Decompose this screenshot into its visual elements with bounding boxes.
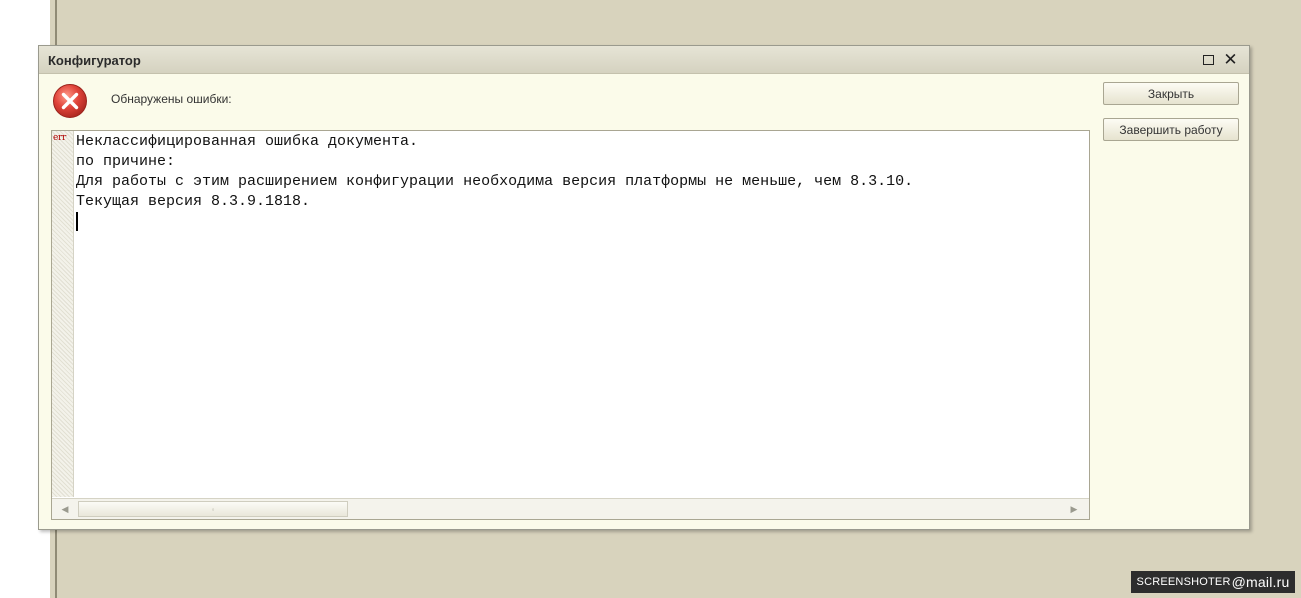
thumb-grip-icon: ◦ — [211, 504, 215, 514]
window-title: Конфигуратор — [48, 53, 141, 68]
error-text-editor[interactable]: err Неклассифицированная ошибка документ… — [51, 130, 1090, 520]
configurator-dialog: Конфигуратор ✕ Обнаружены ошибки: Закрыт… — [38, 45, 1250, 530]
horizontal-scrollbar[interactable]: ◀ ◦ ▶ — [52, 498, 1089, 519]
desktop: Конфигуратор ✕ Обнаружены ошибки: Закрыт… — [0, 0, 1301, 598]
err-marker: err — [53, 133, 67, 143]
screenshoter-watermark: SCREENSHOTER @mail.ru — [1131, 571, 1295, 593]
close-icon[interactable]: ✕ — [1222, 51, 1239, 68]
watermark-main: SCREENSHOTER — [1136, 576, 1231, 588]
text-line: Текущая версия 8.3.9.1818. — [76, 193, 311, 210]
text-caret — [76, 212, 78, 231]
error-text[interactable]: Неклассифицированная ошибка документа. п… — [76, 132, 1076, 232]
arrow-left-icon[interactable]: ◀ — [54, 501, 76, 517]
text-line: Для работы с этим расширением конфигурац… — [76, 173, 914, 190]
maximize-icon[interactable] — [1200, 51, 1217, 68]
title-bar[interactable]: Конфигуратор ✕ — [39, 46, 1249, 74]
caret-line — [76, 212, 1076, 232]
arrow-right-icon[interactable]: ▶ — [1063, 501, 1085, 517]
scrollbar-thumb[interactable]: ◦ — [78, 501, 348, 517]
text-line: по причине: — [76, 153, 176, 170]
exit-button[interactable]: Завершить работу — [1103, 118, 1239, 141]
close-button[interactable]: Закрыть — [1103, 82, 1239, 105]
editor-gutter: err — [52, 131, 74, 497]
watermark-mail: @mail.ru — [1231, 574, 1290, 590]
errors-found-label: Обнаружены ошибки: — [111, 92, 232, 106]
text-line: Неклассифицированная ошибка документа. — [76, 133, 419, 150]
error-circle-icon — [53, 84, 87, 118]
